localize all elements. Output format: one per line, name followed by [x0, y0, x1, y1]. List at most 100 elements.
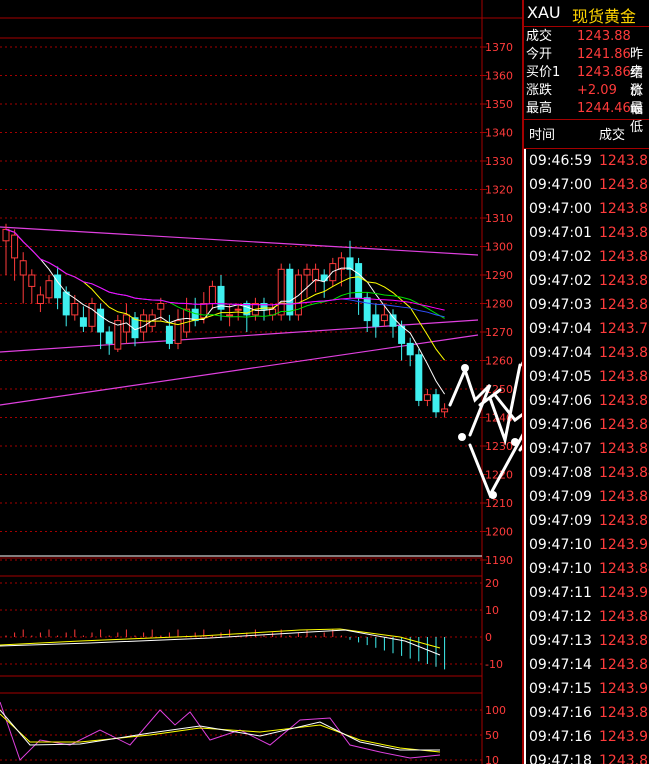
trade-time: 09:47:07	[529, 441, 592, 457]
candle-body	[441, 408, 449, 413]
trendline-upper	[0, 226, 479, 256]
annotation-arrowhead	[489, 491, 497, 499]
candle-body	[432, 394, 440, 413]
annotation-arrowhead	[461, 364, 469, 372]
trade-price: 1243.82	[599, 609, 649, 625]
trade-time: 09:47:16	[529, 729, 592, 745]
trade-time: 09:47:08	[529, 465, 592, 481]
trendline-lower	[0, 334, 479, 406]
trade-time: 09:47:05	[529, 369, 592, 385]
trades-time-header: 时间	[529, 128, 556, 143]
kline-chart[interactable]: 1370 1360 1350 1340 1330 1320 1310 1300 1290 1280…	[0, 0, 522, 764]
quote-row: 今开 1241.86 昨结	[524, 45, 649, 81]
trade-time: 09:47:06	[529, 393, 592, 409]
row-separator	[524, 245, 526, 269]
candle-body	[415, 354, 423, 401]
candle-body	[36, 294, 44, 305]
row-separator	[524, 173, 526, 197]
trade-row: 09:47:13 1243.80	[524, 629, 649, 653]
price-tick-label: 1200	[485, 526, 513, 539]
trade-price: 1243.81	[599, 201, 649, 217]
trade-time: 09:47:18	[529, 753, 592, 764]
quote-value: 1243.86	[577, 65, 631, 80]
candle-body	[79, 317, 87, 327]
kdj-panel-border	[0, 692, 483, 764]
row-separator	[524, 485, 526, 509]
candle-body	[2, 228, 10, 242]
trade-row: 09:47:14 1243.85	[524, 653, 649, 677]
candle-body	[45, 280, 53, 299]
candle-body	[208, 285, 216, 304]
price-tick-label: 1230	[485, 440, 513, 453]
trade-row: 09:47:15 1243.91	[524, 677, 649, 701]
trade-time: 09:47:06	[529, 417, 592, 433]
trade-row: 09:46:59 1243.85	[524, 149, 649, 173]
annotation-arrowhead	[511, 438, 519, 446]
row-separator	[524, 725, 526, 749]
quote-row: 最高 1244.46 最低	[524, 99, 649, 135]
row-separator	[524, 605, 526, 629]
candle-body	[346, 257, 354, 270]
quote-row: 成交 1243.88	[524, 27, 649, 46]
trade-price: 1243.85	[599, 345, 649, 361]
trade-price: 1243.88	[599, 393, 649, 409]
quote-label: 涨跌	[526, 83, 553, 98]
trade-row: 09:47:06 1243.88	[524, 389, 649, 413]
trade-time: 09:47:11	[529, 585, 592, 601]
price-tick-label: 1320	[485, 184, 513, 197]
trade-price: 1243.88	[599, 753, 649, 764]
chart-svg: 1370 1360 1350 1340 1330 1320 1310 1300 1290 1280…	[0, 0, 522, 764]
macd-panel-border	[0, 575, 483, 677]
trade-time: 09:47:03	[529, 297, 592, 313]
trade-row: 09:47:12 1243.82	[524, 605, 649, 629]
trade-time: 09:46:59	[529, 153, 592, 169]
trade-price: 1243.87	[599, 489, 649, 505]
macd-tick-label: -10	[485, 658, 503, 671]
candle-body	[398, 325, 406, 344]
trade-time: 09:47:00	[529, 177, 592, 193]
trade-time: 09:47:04	[529, 345, 592, 361]
candle-body	[363, 297, 371, 322]
quote-row: 涨跌 +2.09 涨幅	[524, 81, 649, 117]
row-separator	[524, 653, 526, 677]
candle-body	[406, 342, 414, 356]
trade-row: 09:47:08 1243.84	[524, 461, 649, 485]
trade-price: 1243.91	[599, 681, 649, 697]
row-separator	[524, 293, 526, 317]
trendline-middle	[0, 319, 479, 353]
price-tick-label: 1190	[485, 554, 513, 567]
price-tick-label: 1310	[485, 212, 513, 225]
candle-body	[97, 308, 105, 333]
price-tick-label: 1350	[485, 98, 513, 111]
candle-body	[423, 394, 431, 401]
quote-label: 成交	[526, 29, 553, 44]
trade-price: 1243.80	[599, 225, 649, 241]
kdj-tick-label: 50	[485, 729, 499, 742]
macd-dea-line	[0, 628, 441, 649]
row-separator	[524, 317, 526, 341]
trade-row: 09:47:09 1243.83	[524, 509, 649, 533]
row-separator	[524, 581, 526, 605]
trade-time: 09:47:12	[529, 609, 592, 625]
trade-time: 09:47:10	[529, 561, 592, 577]
trade-row: 09:47:07 1243.86	[524, 437, 649, 461]
row-separator	[524, 533, 526, 557]
candle-body	[140, 314, 148, 333]
trade-row: 09:47:09 1243.87	[524, 485, 649, 509]
trade-time: 09:47:13	[529, 633, 592, 649]
row-separator	[524, 197, 526, 221]
candle-body	[303, 268, 311, 276]
candle-body	[277, 268, 285, 316]
trade-time: 09:47:09	[529, 489, 592, 505]
macd-tick-label: 20	[485, 577, 499, 590]
row-separator	[524, 461, 526, 485]
candle-body	[157, 303, 165, 310]
trade-price: 1243.90	[599, 537, 649, 553]
row-separator	[524, 149, 526, 173]
row-separator	[524, 509, 526, 533]
row-separator	[524, 629, 526, 653]
trade-time: 09:47:16	[529, 705, 592, 721]
row-separator	[524, 749, 526, 764]
candle-body	[234, 308, 242, 311]
symbol-name: 现货黄金	[572, 7, 637, 26]
